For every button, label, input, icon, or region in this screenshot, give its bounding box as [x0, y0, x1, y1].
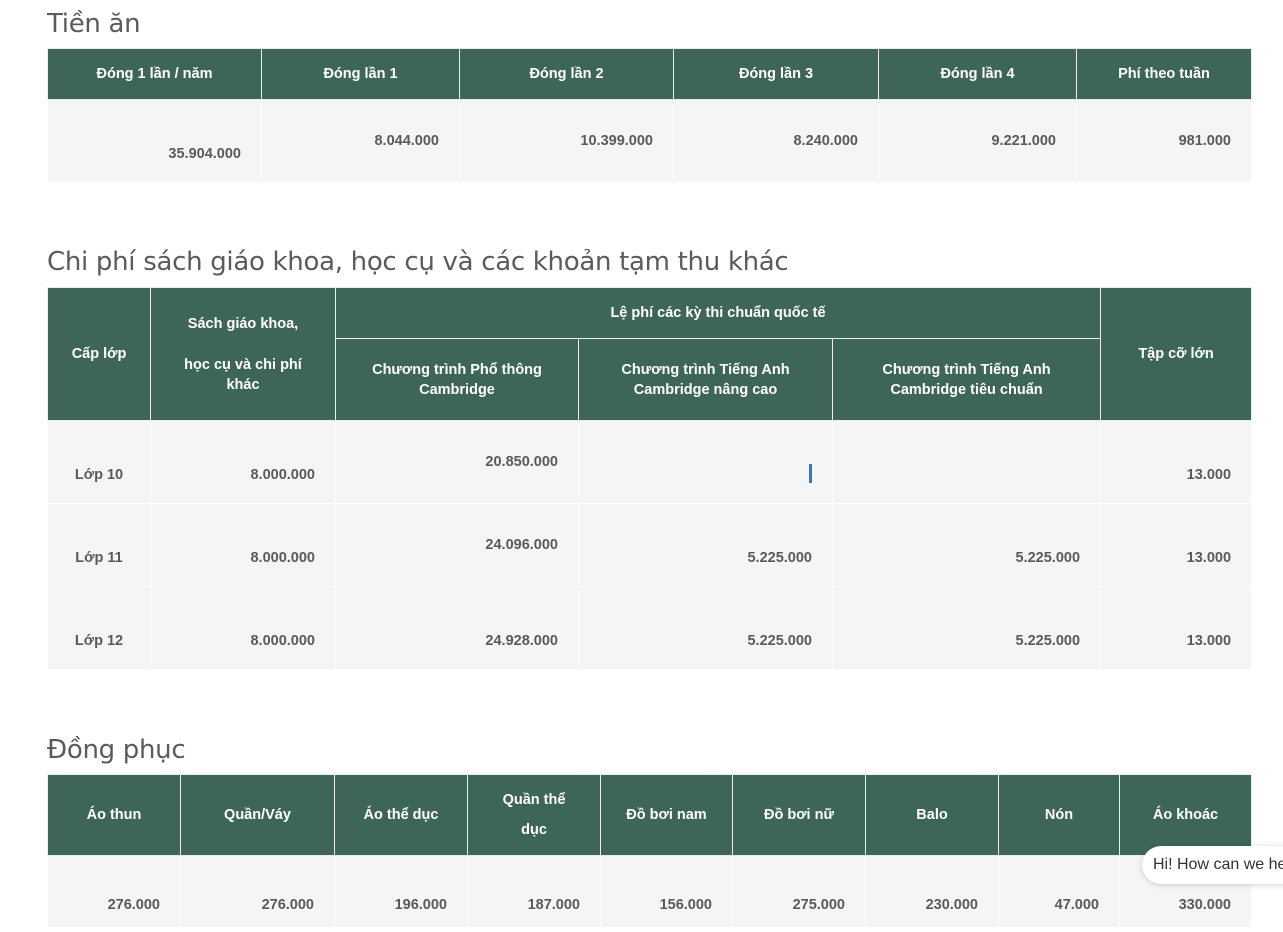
- books-row-grade: Lớp 10: [47, 420, 151, 504]
- meals-table: Đóng 1 lần / năm Đóng lần 1 Đóng lần 2 Đ…: [47, 48, 1252, 183]
- table-row: Lớp 10 8.000.000 20.850.000 13.000: [47, 420, 1253, 504]
- books-header-books-line1: Sách giáo khoa,: [187, 315, 299, 332]
- chat-widget-bubble[interactable]: Hi! How can we help?: [1142, 846, 1283, 884]
- uniform-header-pe-pants-line1: Quần thể: [502, 792, 566, 808]
- books-header-books-line2: học cụ và chi phí khác: [184, 356, 302, 393]
- uniform-header-swim-boys: Đồ bơi nam: [600, 774, 733, 856]
- meals-header-installment-4: Đóng lần 4: [878, 48, 1077, 100]
- uniform-header-pe-shirt: Áo thể dục: [334, 774, 468, 856]
- uniform-header-hat: Nón: [998, 774, 1120, 856]
- uniform-header-pe-pants: Quần thể dục: [467, 774, 601, 856]
- table-row: Lớp 12 8.000.000 24.928.000 5.225.000 5.…: [47, 586, 1253, 670]
- books-header-exam-general: Chương trình Phổ thông Cambridge: [335, 338, 579, 421]
- books-row-exam-general: 20.850.000: [335, 420, 579, 504]
- meals-header-weekly: Phí theo tuần: [1076, 48, 1252, 100]
- books-row-books: 8.000.000: [150, 420, 336, 504]
- books-row-exam-advanced: 5.225.000: [578, 586, 833, 670]
- uniform-table: Áo thun Quần/Váy Áo thể dục Quần thể dục…: [47, 774, 1252, 928]
- meals-header-installment-2: Đóng lần 2: [459, 48, 674, 100]
- uniform-header-swim-girls: Đồ bơi nữ: [732, 774, 866, 856]
- meals-header-installment-3: Đóng lần 3: [673, 48, 879, 100]
- meals-value-installment-2: 10.399.000: [459, 99, 674, 183]
- table-row: Lớp 11 8.000.000 24.096.000 5.225.000 5.…: [47, 503, 1253, 587]
- uniform-value-hat: 47.000: [998, 855, 1120, 928]
- books-row-books: 8.000.000: [150, 586, 336, 670]
- books-row-exam-advanced[interactable]: [578, 420, 833, 504]
- books-row-exam-general: 24.928.000: [335, 586, 579, 670]
- uniform-header-pants-skirt: Quần/Váy: [180, 774, 335, 856]
- uniform-header-backpack: Balo: [865, 774, 999, 856]
- books-section-title: Chi phí sách giáo khoa, học cụ và các kh…: [47, 247, 789, 277]
- meals-value-installment-3: 8.240.000: [673, 99, 879, 183]
- uniform-value-row: 276.000 276.000 196.000 187.000 156.000 …: [47, 855, 1252, 928]
- uniform-value-backpack: 230.000: [865, 855, 999, 928]
- books-header-exam-advanced: Chương trình Tiếng Anh Cambridge nâng ca…: [578, 338, 833, 421]
- uniform-header-row: Áo thun Quần/Váy Áo thể dục Quần thể dục…: [47, 774, 1252, 856]
- books-row-grade: Lớp 11: [47, 503, 151, 587]
- books-row-notebook: 13.000: [1100, 503, 1253, 587]
- meals-value-installment-4: 9.221.000: [878, 99, 1077, 183]
- chat-widget-message: Hi! How can we help?: [1153, 856, 1283, 873]
- meals-value-installment-1: 8.044.000: [261, 99, 460, 183]
- meals-header-installment-1: Đóng lần 1: [261, 48, 460, 100]
- meals-value-weekly: 981.000: [1076, 99, 1252, 183]
- books-row-grade: Lớp 12: [47, 586, 151, 670]
- uniform-header-tshirt: Áo thun: [47, 774, 181, 856]
- books-row-exam-advanced: 5.225.000: [578, 503, 833, 587]
- books-row-notebook: 13.000: [1100, 586, 1253, 670]
- text-cursor: [809, 464, 812, 483]
- uniform-header-pe-pants-line2: dục: [521, 822, 547, 838]
- meals-value-row: 35.904.000 8.044.000 10.399.000 8.240.00…: [47, 99, 1252, 183]
- uniform-value-pe-pants: 187.000: [467, 855, 601, 928]
- books-header-row-1: Cấp lớp Sách giáo khoa, học cụ và chi ph…: [47, 287, 1253, 421]
- books-row-exam-standard: 5.225.000: [831, 503, 1102, 587]
- books-header-exam-group: Lệ phí các kỳ thi chuẩn quốc tế: [334, 287, 1102, 339]
- books-header-books: Sách giáo khoa, học cụ và chi phí khác: [150, 287, 336, 421]
- uniform-header-jacket: Áo khoác: [1119, 774, 1252, 856]
- uniform-value-swim-girls: 275.000: [732, 855, 866, 928]
- meals-header-row: Đóng 1 lần / năm Đóng lần 1 Đóng lần 2 Đ…: [47, 48, 1252, 100]
- page: Tiền ăn Đóng 1 lần / năm Đóng lần 1 Đóng…: [0, 0, 1283, 932]
- meals-section-title: Tiền ăn: [47, 9, 141, 39]
- books-row-books: 8.000.000: [150, 503, 336, 587]
- books-row-exam-general: 24.096.000: [335, 503, 579, 587]
- uniform-value-pants-skirt: 276.000: [180, 855, 335, 928]
- uniform-section-title: Đồng phục: [47, 735, 186, 765]
- uniform-value-swim-boys: 156.000: [600, 855, 733, 928]
- books-row-exam-standard: [831, 420, 1102, 504]
- books-header-notebook: Tập cỡ lớn: [1100, 287, 1253, 421]
- books-row-exam-standard: 5.225.000: [831, 586, 1102, 670]
- books-header-exam-standard: Chương trình Tiếng Anh Cambridge tiêu ch…: [831, 338, 1102, 421]
- uniform-value-pe-shirt: 196.000: [334, 855, 468, 928]
- books-row-notebook: 13.000: [1100, 420, 1253, 504]
- meals-value-annual: 35.904.000: [47, 99, 262, 183]
- books-header-grade: Cấp lớp: [47, 287, 151, 421]
- meals-header-annual: Đóng 1 lần / năm: [47, 48, 262, 100]
- books-table: Cấp lớp Sách giáo khoa, học cụ và chi ph…: [47, 287, 1253, 670]
- uniform-value-tshirt: 276.000: [47, 855, 181, 928]
